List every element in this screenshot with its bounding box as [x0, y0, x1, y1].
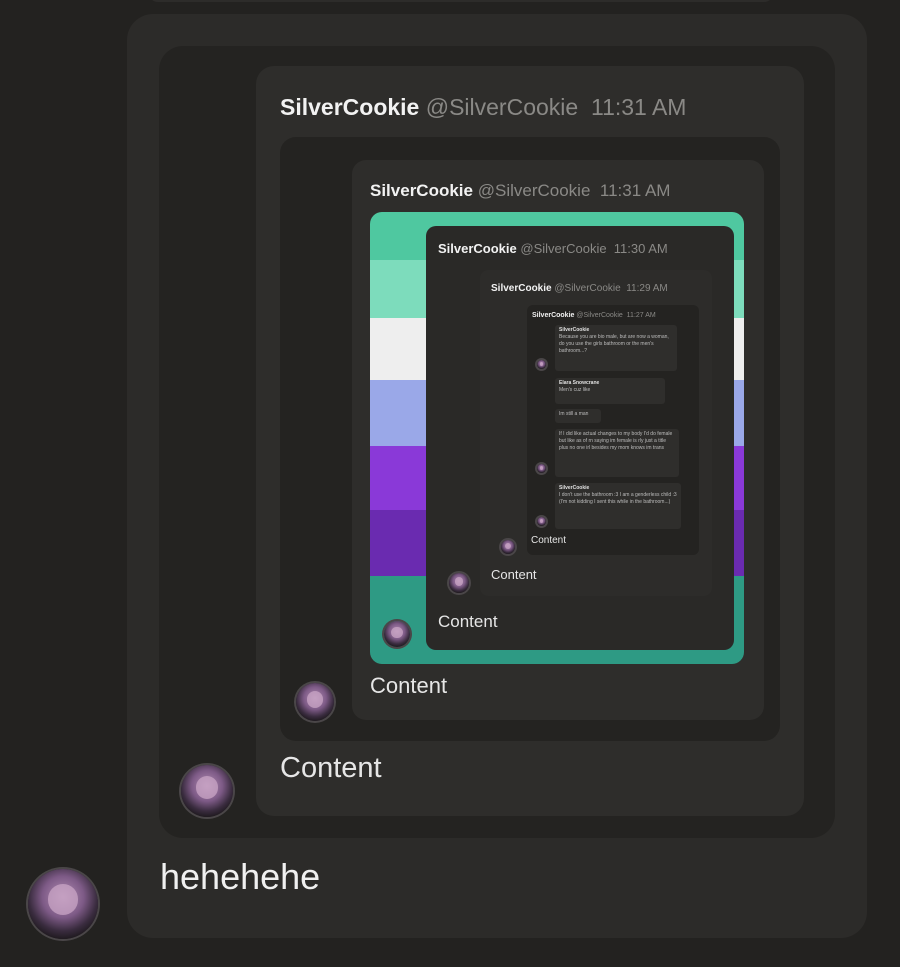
embed-time: 11:30 AM: [613, 241, 668, 256]
embed-content-level-4: Content: [491, 567, 537, 582]
previous-message-card: [148, 0, 774, 2]
chat-message: Elara Snowcrane Men's cuz like: [555, 378, 665, 404]
avatar-silvercookie-level-4[interactable]: [449, 573, 469, 593]
embed-header-level-1: SilverCookie @SilverCookie 11:31 AM: [280, 94, 686, 121]
avatar-silvercookie-level-5[interactable]: [501, 540, 515, 554]
avatar-silvercookie-level-2[interactable]: [296, 683, 334, 721]
chat-text: If I did like actual changes to my body …: [559, 431, 673, 451]
embed-time: 11:29 AM: [626, 283, 668, 294]
message-text: hehehehe: [160, 856, 321, 897]
embed-content-level-1: Content: [280, 752, 382, 784]
chat-message: If I did like actual changes to my body …: [555, 429, 679, 477]
chat-avatar: [537, 517, 546, 526]
avatar-silvercookie-level-1[interactable]: [181, 765, 233, 817]
avatar-silvercookie[interactable]: [28, 869, 98, 939]
embed-time: 11:31 AM: [590, 94, 687, 120]
avatar-silvercookie-level-3[interactable]: [384, 621, 410, 647]
embed-time: 11:27 AM: [626, 312, 656, 319]
embed-header-level-4: SilverCookie @SilverCookie 11:29 AM: [491, 283, 668, 294]
embed-handle: @SilverCookie: [425, 94, 579, 120]
chat-avatar: [537, 464, 546, 473]
chat-author: SilverCookie: [559, 485, 590, 491]
embed-username: SilverCookie: [280, 94, 420, 120]
chat-text: Im still a man: [559, 411, 589, 417]
embed-header-level-3: SilverCookie @SilverCookie 11:30 AM: [438, 241, 668, 256]
embed-username: SilverCookie: [532, 312, 575, 319]
embed-content-level-5: Content: [531, 535, 567, 546]
chat-text: Because you are bio male, but are now a …: [559, 334, 669, 354]
chat-message: SilverCookie Because you are bio male, b…: [555, 325, 677, 371]
embed-username: SilverCookie: [370, 181, 473, 200]
embed-handle: @SilverCookie: [576, 312, 623, 319]
embed-time: 11:31 AM: [599, 181, 671, 200]
embed-username: SilverCookie: [491, 283, 552, 294]
chat-text: Men's cuz like: [559, 387, 591, 393]
chat-text: I don't use the bathroom :3 I am a gende…: [559, 492, 677, 505]
chat-author: SilverCookie: [559, 327, 590, 333]
chat-avatar: [537, 360, 546, 369]
chat-message: SilverCookie I don't use the bathroom :3…: [555, 483, 681, 529]
embed-content-level-3: Content: [438, 612, 498, 631]
chat-author: Elara Snowcrane: [559, 380, 600, 386]
embed-username: SilverCookie: [438, 241, 517, 256]
embed-handle: @SilverCookie: [520, 241, 607, 256]
embed-content-level-2: Content: [370, 673, 448, 698]
embed-handle: @SilverCookie: [554, 283, 621, 294]
embed-header-level-2: SilverCookie @SilverCookie 11:31 AM: [370, 181, 670, 201]
chat-message: Im still a man: [555, 409, 601, 423]
embed-header-level-5: SilverCookie @SilverCookie 11:27 AM: [532, 312, 656, 319]
embed-handle: @SilverCookie: [477, 181, 591, 200]
